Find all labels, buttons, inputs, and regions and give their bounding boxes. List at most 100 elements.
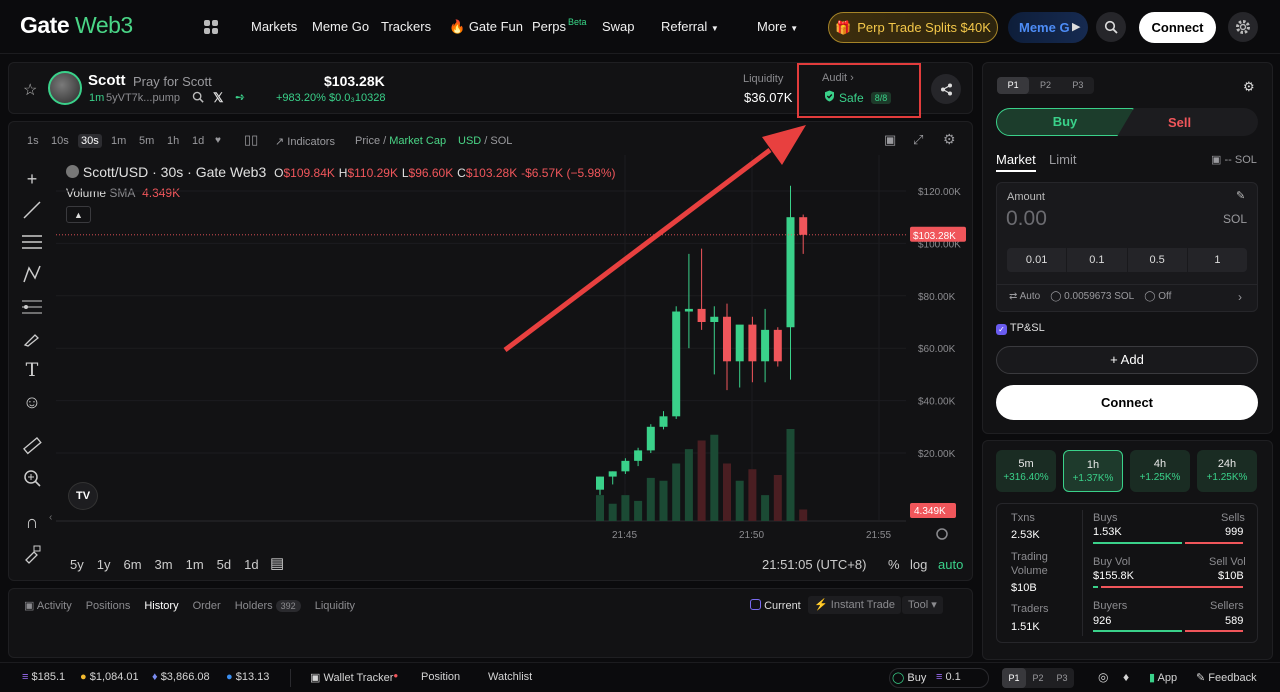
range-5d[interactable]: 5d [217,557,231,572]
period-4h[interactable]: 4h +1.25K% [1130,450,1190,492]
fullscreen-icon[interactable]: ⤢ [913,132,923,148]
preset-p1[interactable]: P1 [997,77,1030,94]
footer-watchlist[interactable]: Watchlist [488,671,532,683]
emoji-icon[interactable]: ☺ [20,390,44,414]
target-icon[interactable]: ◎ [1098,670,1108,684]
quick-amount-1[interactable]: 1 [1188,248,1247,272]
horizontal-lines-icon[interactable] [20,230,44,254]
trend-line-icon[interactable] [20,198,44,222]
settings-gear-icon[interactable] [1228,12,1258,42]
range-1m[interactable]: 1m [186,557,204,572]
brush-icon[interactable] [20,326,44,350]
tpsl-checkbox[interactable]: ✓ TP&SL [996,322,1045,335]
connect-wallet-button[interactable]: Connect [1139,12,1216,43]
lock-drawing-icon[interactable] [20,542,44,566]
quick-amount-0.1[interactable]: 0.1 [1067,248,1128,272]
apps-grid-icon[interactable] [203,19,219,38]
tool-dropdown[interactable]: Tool ▾ [902,596,943,614]
period-5m[interactable]: 5m +316.40% [996,450,1056,492]
text-tool-icon[interactable]: T [20,358,44,382]
zoom-in-icon[interactable] [20,466,44,490]
tab-liquidity[interactable]: Liquidity [315,600,355,612]
tab-history[interactable]: History [144,600,178,612]
magnet-icon[interactable]: ∩ [20,510,44,534]
range-3m[interactable]: 3m [155,557,173,572]
range-5y[interactable]: 5y [70,557,84,572]
footer-preset-p2[interactable]: P2 [1026,668,1050,688]
edit-pencil-icon[interactable]: ✎ [1236,189,1245,202]
heart-icon[interactable]: ♥ [215,135,221,146]
camera-icon[interactable]: ▣ [884,132,896,148]
candle-type-icon[interactable]: ▯▯ [244,132,258,148]
indicators-button[interactable]: ↗ Indicators [275,135,335,148]
nav-referral[interactable]: Referral ▼ [661,19,719,34]
tf-1m[interactable]: 1m [111,135,126,147]
tf-30s[interactable]: 30s [78,134,102,148]
preset-p2[interactable]: P2 [1029,77,1061,94]
quick-buy-amount[interactable]: ≡ 0.1 [936,671,961,683]
chevron-right-icon[interactable]: ▶ [1072,20,1080,33]
nav-perps[interactable]: Perps Beta [532,17,586,34]
sell-tab[interactable]: Sell [1168,115,1191,130]
tf-10s[interactable]: 10s [51,135,69,147]
search-icon[interactable] [1096,12,1126,42]
nav-meme-go[interactable]: Meme Go [312,19,369,34]
chevron-right-icon[interactable]: › [1238,290,1242,304]
nav-markets[interactable]: Markets [251,19,297,34]
pump-pill-icon[interactable]: ➺ [235,90,245,104]
ruler-icon[interactable] [20,434,44,458]
period-24h[interactable]: 24h +1.25K% [1197,450,1257,492]
settings-gear-icon[interactable]: ⚙ [943,131,956,148]
price-mcap-toggle[interactable]: Price / Market Cap [355,135,446,147]
tab-positions[interactable]: Positions [86,600,131,612]
range-1y[interactable]: 1y [97,557,111,572]
price-ticker-4[interactable]: ● $13.13 [226,671,269,683]
quick-amount-0.5[interactable]: 0.5 [1128,248,1188,272]
slippage-settings[interactable]: ⇄ Auto ◯ 0.0059673 SOL ◯ Off [1009,291,1171,302]
collapse-toolbar-icon[interactable]: ‹ [49,512,52,523]
add-tpsl-button[interactable]: + Add [996,346,1258,374]
nav-more[interactable]: More ▼ [757,19,798,34]
order-type-market[interactable]: Market [996,152,1036,167]
pattern-icon[interactable] [20,262,44,286]
perp-promo-button[interactable]: 🎁 Perp Trade Splits $40K [828,12,998,43]
quick-amount-0.01[interactable]: 0.01 [1007,248,1068,272]
footer-preset-p3[interactable]: P3 [1050,668,1074,688]
fib-icon[interactable] [20,294,44,318]
crosshair-icon[interactable]: + [20,167,44,191]
tradingview-logo[interactable]: TV [68,482,98,510]
star-favorite-icon[interactable]: ☆ [23,80,37,100]
amount-input[interactable]: 0.00 [1006,207,1047,231]
settings-gear-icon[interactable]: ⚙ [1243,79,1255,95]
share-icon[interactable] [931,74,961,104]
goto-date-icon[interactable]: ▤ [270,554,284,572]
quick-buy-button[interactable]: ◯ Buy [892,671,926,684]
range-1d[interactable]: 1d [244,557,258,572]
buy-tab[interactable]: Buy [996,108,1134,136]
footer-preset-p1[interactable]: P1 [1002,668,1026,688]
tf-1d[interactable]: 1d [192,135,204,147]
log-toggle[interactable]: log [910,557,927,572]
search-icon[interactable] [192,91,204,106]
tab-order[interactable]: Order [193,600,221,612]
tab-activity[interactable]: ▣ Activity [24,599,72,612]
price-ticker-1[interactable]: ≡ $185.1 [22,671,65,683]
order-type-limit[interactable]: Limit [1049,152,1076,167]
bell-icon[interactable]: ♦ [1123,670,1129,684]
percent-toggle[interactable]: % [888,557,900,572]
connect-button[interactable]: Connect [996,385,1258,420]
feedback-link[interactable]: ✎ Feedback [1196,671,1257,684]
tf-1h[interactable]: 1h [167,135,179,147]
x-twitter-icon[interactable]: 𝕏 [213,90,223,106]
period-1h[interactable]: 1h +1.37K% [1063,450,1123,492]
tf-1s[interactable]: 1s [27,135,39,147]
footer-position[interactable]: Position [421,671,460,683]
gate-web3-logo[interactable]: Gate Web3 [20,12,133,39]
nav-swap[interactable]: Swap [602,19,635,34]
instant-trade-toggle[interactable]: ⚡ Instant Trade [808,596,901,614]
range-6m[interactable]: 6m [123,557,141,572]
nav-trackers[interactable]: Trackers [381,19,431,34]
price-ticker-3[interactable]: ♦ $3,866.08 [152,671,210,683]
tf-5m[interactable]: 5m [139,135,154,147]
price-ticker-2[interactable]: ● $1,084.01 [80,671,139,683]
